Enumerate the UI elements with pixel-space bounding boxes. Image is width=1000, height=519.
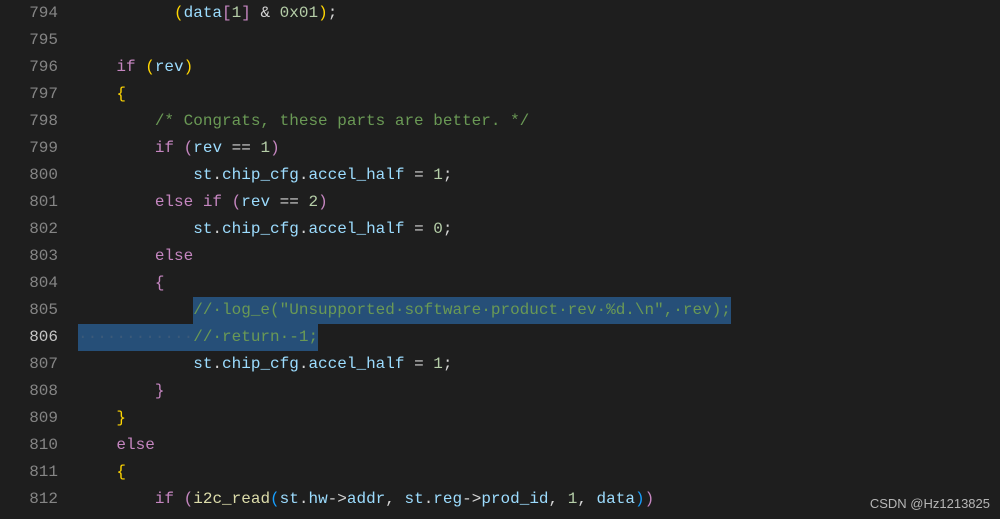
line-number: 810	[10, 432, 58, 459]
code-line[interactable]: (data[1] & 0x01);	[78, 0, 1000, 27]
line-number: 801	[10, 189, 58, 216]
line-number-gutter: 7947957967977987998008018028038048058068…	[0, 0, 78, 519]
line-number: 794	[10, 0, 58, 27]
line-number: 800	[10, 162, 58, 189]
line-number: 798	[10, 108, 58, 135]
line-number: 807	[10, 351, 58, 378]
line-number: 808	[10, 378, 58, 405]
watermark-text: CSDN @Hz1213825	[870, 496, 990, 511]
code-line[interactable]: if (rev == 1)	[78, 135, 1000, 162]
code-line[interactable]: if (rev)	[78, 54, 1000, 81]
code-editor[interactable]: 7947957967977987998008018028038048058068…	[0, 0, 1000, 519]
code-line[interactable]	[78, 27, 1000, 54]
line-number: 805	[10, 297, 58, 324]
line-number: 796	[10, 54, 58, 81]
code-line[interactable]: else if (rev == 2)	[78, 189, 1000, 216]
line-number: 809	[10, 405, 58, 432]
line-number: 811	[10, 459, 58, 486]
code-line[interactable]: if (i2c_read(st.hw->addr, st.reg->prod_i…	[78, 486, 1000, 513]
code-area[interactable]: (data[1] & 0x01); if (rev) { /* Congrats…	[78, 0, 1000, 519]
line-number: 802	[10, 216, 58, 243]
code-line[interactable]: else	[78, 432, 1000, 459]
code-line[interactable]: }	[78, 405, 1000, 432]
line-number: 812	[10, 486, 58, 513]
code-line[interactable]: else	[78, 243, 1000, 270]
code-line[interactable]: }	[78, 378, 1000, 405]
line-number: 799	[10, 135, 58, 162]
line-number: 806	[10, 324, 58, 351]
code-line[interactable]: st.chip_cfg.accel_half = 0;	[78, 216, 1000, 243]
code-line[interactable]: st.chip_cfg.accel_half = 1;	[78, 351, 1000, 378]
line-number: 803	[10, 243, 58, 270]
code-line[interactable]: {	[78, 270, 1000, 297]
code-line[interactable]: {	[78, 459, 1000, 486]
code-line[interactable]: {	[78, 81, 1000, 108]
line-number: 804	[10, 270, 58, 297]
line-number: 797	[10, 81, 58, 108]
code-line[interactable]: //·log_e("Unsupported·software·product·r…	[78, 297, 1000, 324]
code-line[interactable]: ············//·return·-1;	[78, 324, 1000, 351]
line-number: 795	[10, 27, 58, 54]
code-line[interactable]: /* Congrats, these parts are better. */	[78, 108, 1000, 135]
code-line[interactable]: st.chip_cfg.accel_half = 1;	[78, 162, 1000, 189]
